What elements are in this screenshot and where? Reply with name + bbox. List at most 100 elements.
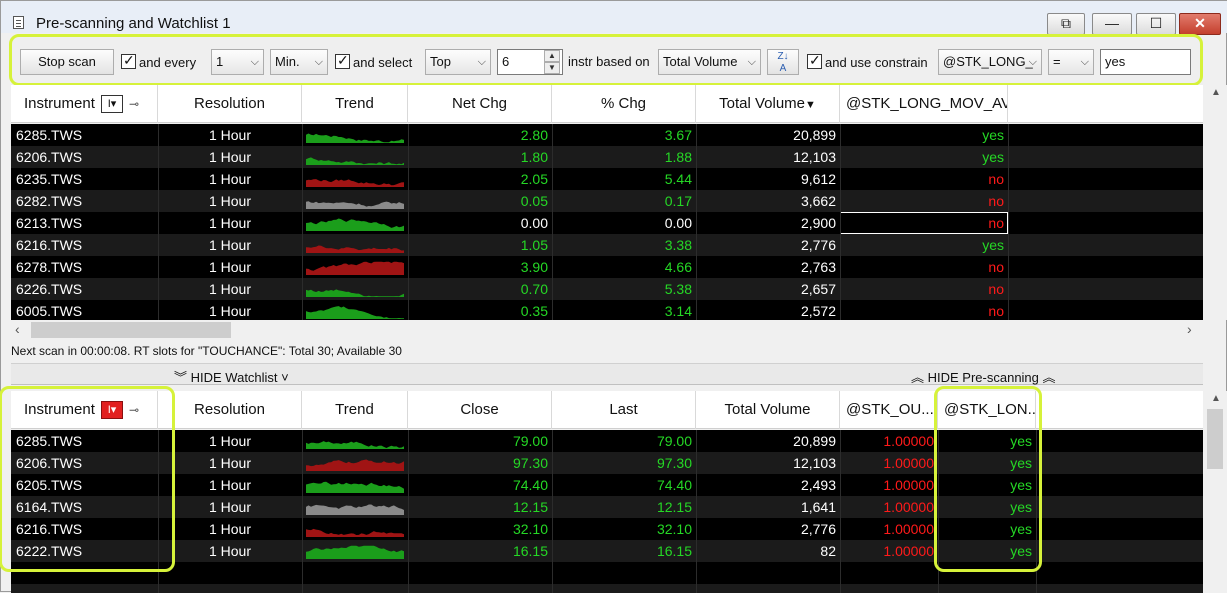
trend-sparkline	[306, 261, 404, 275]
instrument-cell: 6278.TWS	[16, 259, 83, 275]
hide-prescanning-toggle[interactable]: ︽ HIDE Pre-scanning ︽	[911, 367, 1056, 386]
wl-col-total-volume[interactable]: Total Volume	[696, 391, 840, 429]
pct-chg-cell: 3.14	[664, 303, 692, 319]
horizontal-scroll-thumb[interactable]	[31, 322, 231, 338]
prescan-row[interactable]: 6213.TWS 1 Hour 0.00 0.00 2,900 no	[11, 212, 1203, 234]
net-chg-cell: 1.05	[520, 237, 548, 253]
trend-area	[306, 481, 404, 493]
close-button[interactable]: ✕	[1179, 13, 1221, 35]
pct-chg-cell: 1.88	[664, 149, 692, 165]
trend-area	[306, 306, 404, 319]
prescan-row[interactable]: 6285.TWS 1 Hour 2.80 3.67 20,899 yes	[11, 124, 1203, 146]
trend-sparkline	[306, 245, 404, 253]
last-cell: 79.00	[656, 433, 692, 449]
minimize-button[interactable]: —	[1092, 13, 1132, 35]
prescan-grid: 6285.TWS 1 Hour 2.80 3.67 20,899 yes 6206.TWS 1…	[11, 124, 1203, 320]
wl-col-last[interactable]: Last	[552, 391, 696, 429]
col-stk-long-mov-avg[interactable]: @STK_LONG_MOV_AVG	[840, 85, 1008, 123]
prescan-row[interactable]: 6226.TWS 1 Hour 0.70 5.38 2,657 no	[11, 278, 1203, 300]
trend-area	[306, 157, 404, 165]
prescan-header: Instrument I▾ ⊸ Resolution Trend Net Chg…	[11, 85, 1203, 123]
instrument-column-highlight	[0, 386, 175, 572]
trend-area	[306, 133, 404, 143]
col-pct-chg[interactable]: % Chg	[552, 85, 696, 123]
col-instrument-label: Instrument	[24, 95, 95, 112]
resolution-cell: 1 Hour	[208, 215, 252, 231]
stk-ou-cell: 1.00000	[883, 499, 934, 515]
maximize-icon: ☐	[1149, 15, 1163, 31]
resolution-cell: 1 Hour	[208, 171, 252, 187]
instrument-cell: 6213.TWS	[16, 215, 83, 231]
prescan-row[interactable]: 6206.TWS 1 Hour 1.80 1.88 12,103 yes	[11, 146, 1203, 168]
hide-watchlist-toggle[interactable]: ︾ HIDE Watchlist ˅	[174, 367, 289, 386]
total-volume-cell: 2,763	[800, 259, 836, 275]
resolution-cell: 1 Hour	[208, 521, 252, 537]
trend-area	[306, 289, 404, 297]
prescan-row[interactable]: 6005.TWS 1 Hour 0.35 3.14 2,572 no	[11, 300, 1203, 320]
maximize-button[interactable]: ☐	[1136, 13, 1176, 35]
chevrons-up-icon: ︽	[1038, 370, 1056, 385]
instrument-cell: 6285.TWS	[16, 127, 83, 143]
prescan-vertical-scrollbar[interactable]: ▲	[1203, 85, 1227, 320]
wl-col-trend[interactable]: Trend	[302, 391, 408, 429]
resolution-cell: 1 Hour	[208, 477, 252, 493]
column-divider	[552, 430, 553, 593]
scroll-left-icon[interactable]: ‹	[15, 321, 20, 337]
total-volume-cell: 12,103	[793, 149, 836, 165]
wl-col-resolution[interactable]: Resolution	[158, 391, 302, 429]
scroll-up-icon[interactable]: ▲	[1211, 393, 1221, 404]
watchlist-vertical-scrollbar[interactable]: ▲	[1203, 391, 1227, 593]
chevron-down-icon: ˅	[277, 370, 289, 385]
resolution-cell: 1 Hour	[208, 499, 252, 515]
total-volume-cell: 2,776	[800, 521, 836, 537]
instrument-cell: 6226.TWS	[16, 281, 83, 297]
window: Pre-scanning and Watchlist 1 ⧉ — ☐ ✕ Sto…	[0, 0, 1227, 593]
resolution-cell: 1 Hour	[208, 543, 252, 559]
last-cell: 97.30	[656, 455, 692, 471]
trend-sparkline	[306, 481, 404, 493]
restore-window-button[interactable]: ⧉	[1047, 13, 1085, 35]
trend-area	[306, 545, 404, 559]
prescan-row[interactable]: 6216.TWS 1 Hour 1.05 3.38 2,776 yes	[11, 234, 1203, 256]
column-divider	[696, 124, 697, 320]
col-trend[interactable]: Trend	[302, 85, 408, 123]
trend-sparkline	[306, 289, 404, 297]
restore-icon: ⧉	[1061, 15, 1071, 31]
col-net-chg[interactable]: Net Chg	[408, 85, 552, 123]
col-resolution[interactable]: Resolution	[158, 85, 302, 123]
scroll-right-icon[interactable]: ›	[1187, 321, 1192, 337]
trend-area	[306, 201, 404, 209]
pin-icon[interactable]: ⊸	[129, 97, 139, 111]
last-cell: 12.15	[656, 499, 692, 515]
prescan-row[interactable]: 6235.TWS 1 Hour 2.05 5.44 9,612 no	[11, 168, 1203, 190]
column-divider	[408, 124, 409, 320]
last-cell: 16.15	[656, 543, 692, 559]
wl-col-stk-ou[interactable]: @STK_OU...	[840, 391, 938, 429]
trend-sparkline	[306, 133, 404, 143]
trend-sparkline	[306, 459, 404, 471]
vertical-scroll-thumb[interactable]	[1207, 409, 1223, 469]
stk-ou-cell: 1.00000	[883, 455, 934, 471]
column-divider	[408, 430, 409, 593]
scroll-up-icon[interactable]: ▲	[1211, 87, 1221, 98]
instrument-filter-button[interactable]: I▾	[101, 95, 123, 113]
net-chg-cell: 0.70	[520, 281, 548, 297]
trend-sparkline	[306, 441, 404, 449]
column-divider	[158, 124, 159, 320]
column-divider	[1008, 124, 1009, 320]
pct-chg-cell: 0.00	[664, 215, 692, 231]
stk-lon-column-highlight	[934, 386, 1042, 572]
prescan-row[interactable]: 6278.TWS 1 Hour 3.90 4.66 2,763 no	[11, 256, 1203, 278]
trend-area	[306, 218, 404, 231]
stk-long-mov-avg-cell: yes	[982, 149, 1004, 165]
pct-chg-cell: 5.38	[664, 281, 692, 297]
close-cell: 16.15	[512, 543, 548, 559]
wl-col-close[interactable]: Close	[408, 391, 552, 429]
col-total-volume[interactable]: Total Volume▼	[696, 85, 840, 123]
prescan-row[interactable]: 6282.TWS 1 Hour 0.05 0.17 3,662 no	[11, 190, 1203, 212]
total-volume-cell: 20,899	[793, 127, 836, 143]
split-bar: ︾ HIDE Watchlist ˅ ︽ HIDE Pre-scanning ︽	[11, 363, 1203, 385]
net-chg-cell: 1.80	[520, 149, 548, 165]
prescan-horizontal-scrollbar[interactable]: ‹ ›	[11, 320, 1203, 340]
net-chg-cell: 2.05	[520, 171, 548, 187]
